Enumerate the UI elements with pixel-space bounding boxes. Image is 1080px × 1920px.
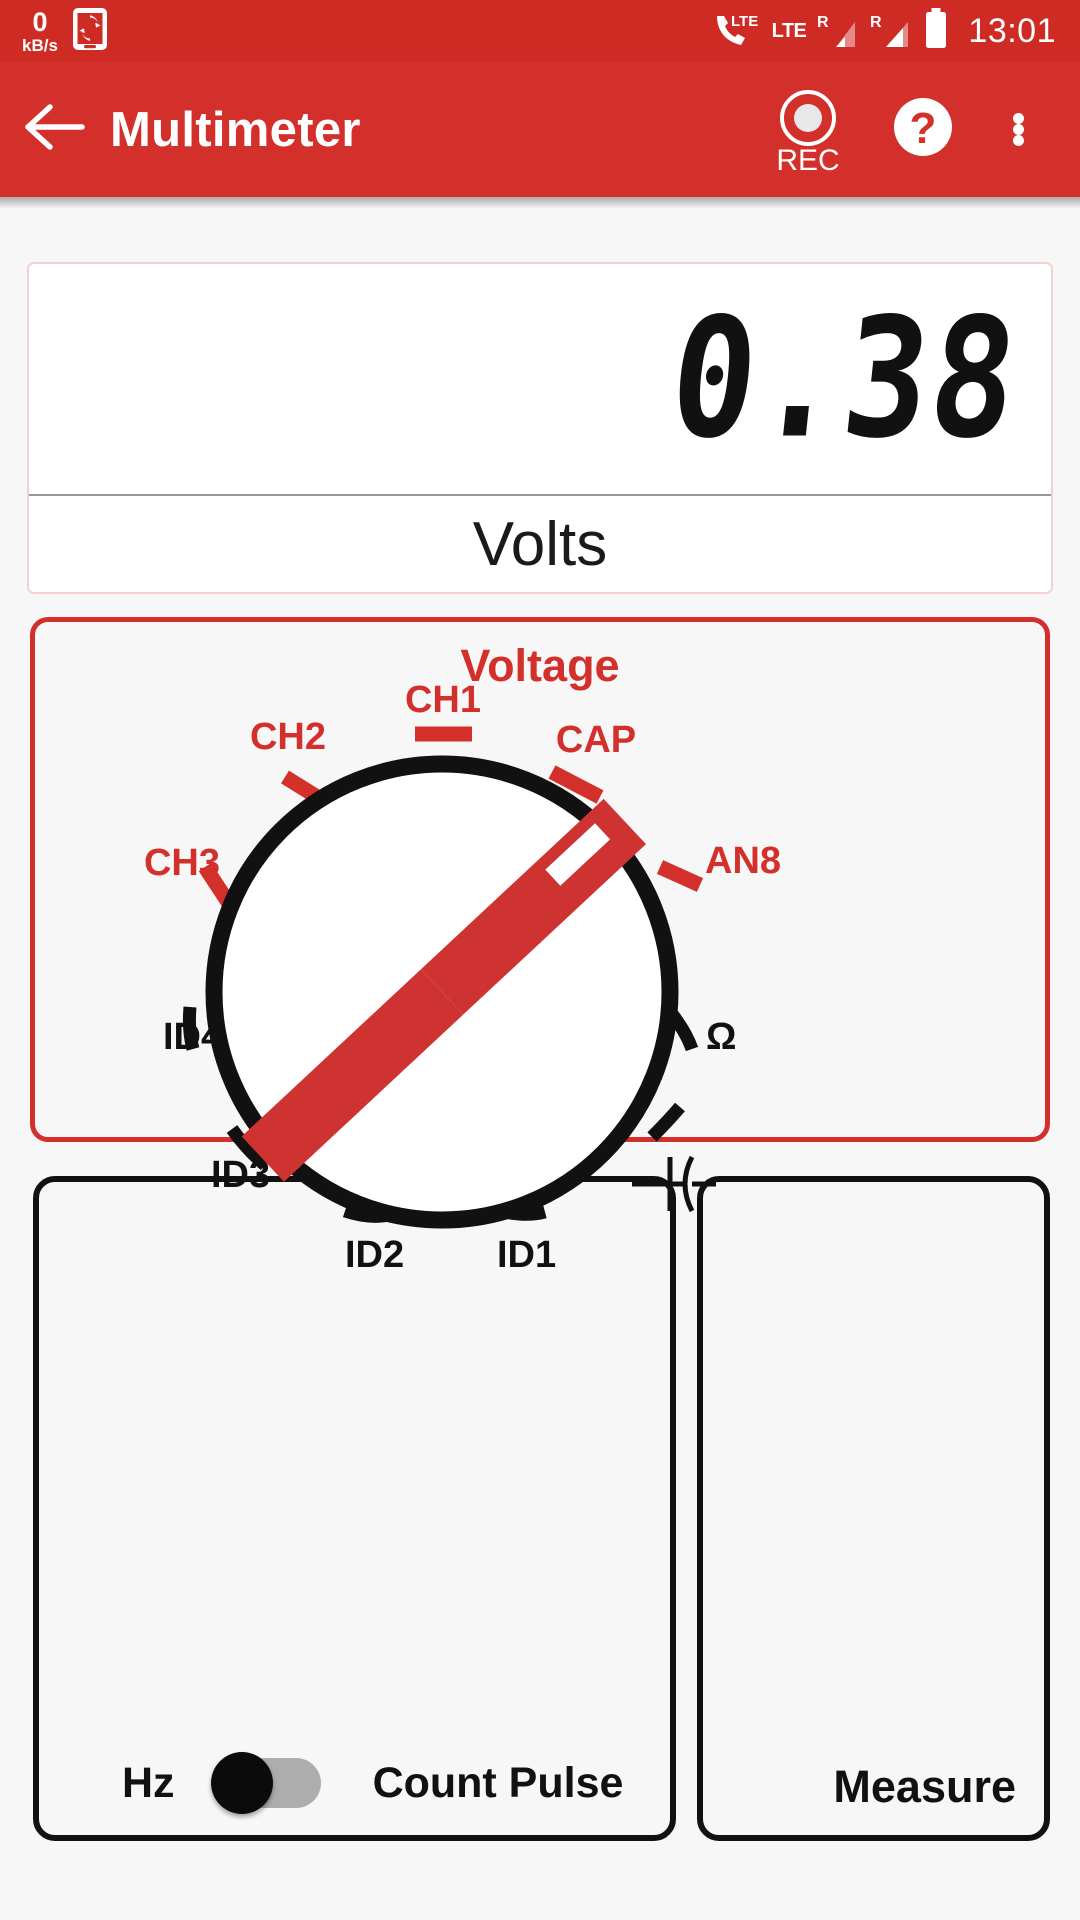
help-button[interactable]: ?	[868, 94, 978, 165]
status-bar-clock: 13:01	[968, 11, 1056, 50]
toggle-thumb	[210, 1752, 273, 1814]
display-unit-row: Volts	[29, 496, 1051, 592]
back-arrow-icon	[24, 103, 86, 156]
back-button[interactable]	[0, 103, 110, 156]
page-title: Multimeter	[110, 102, 361, 157]
sim1-signal-icon: R	[817, 13, 859, 49]
record-circle-icon	[780, 89, 836, 146]
hz-label: Hz	[122, 1758, 175, 1807]
voltage-panel: Voltage	[30, 617, 1050, 1142]
network-speed-indicator: 0 kB/s	[22, 6, 58, 55]
display-unit: Volts	[472, 509, 608, 579]
network-speed-value: 0	[32, 6, 48, 37]
status-bar-right: LTE LTE R R 13:01	[713, 7, 1080, 55]
count-pulse-row: Hz Count Pulse	[39, 1752, 670, 1814]
measure-panel: Measure	[697, 1176, 1050, 1841]
more-vertical-icon	[1012, 113, 1024, 146]
call-lte-icon: LTE	[713, 12, 761, 50]
record-label: REC	[776, 143, 840, 177]
svg-text:?: ?	[910, 104, 937, 153]
display-value: 0.38	[661, 282, 1028, 476]
svg-text:R: R	[870, 14, 882, 31]
record-button[interactable]: REC	[748, 89, 868, 178]
battery-full-icon	[923, 7, 949, 55]
count-pulse-label: Count Pulse	[372, 1758, 624, 1807]
help-question-icon: ?	[890, 94, 956, 165]
network-speed-unit: kB/s	[22, 35, 58, 55]
measurement-display: 0.38 Volts	[27, 262, 1053, 594]
voltage-panel-title: Voltage	[460, 640, 620, 691]
svg-text:LTE: LTE	[731, 13, 758, 30]
sim2-signal-icon: R	[870, 13, 912, 49]
sim1-lte-label: LTE	[771, 19, 807, 42]
overflow-menu-button[interactable]	[978, 113, 1058, 146]
status-bar: 0 kB/s LTE LTE R R 13:01	[0, 0, 1080, 62]
phone-sync-icon	[72, 7, 108, 56]
display-value-row: 0.38	[29, 264, 1051, 496]
status-bar-left: 0 kB/s	[0, 7, 108, 56]
app-bar-shadow	[0, 197, 1080, 209]
app-bar-actions: REC ?	[748, 86, 1080, 177]
hz-count-pulse-toggle[interactable]	[210, 1752, 321, 1814]
app-bar: Multimeter REC ?	[0, 62, 1080, 197]
svg-text:R: R	[817, 14, 829, 31]
count-pulse-panel: Hz Count Pulse	[33, 1176, 676, 1841]
measure-panel-label: Measure	[833, 1761, 1016, 1812]
